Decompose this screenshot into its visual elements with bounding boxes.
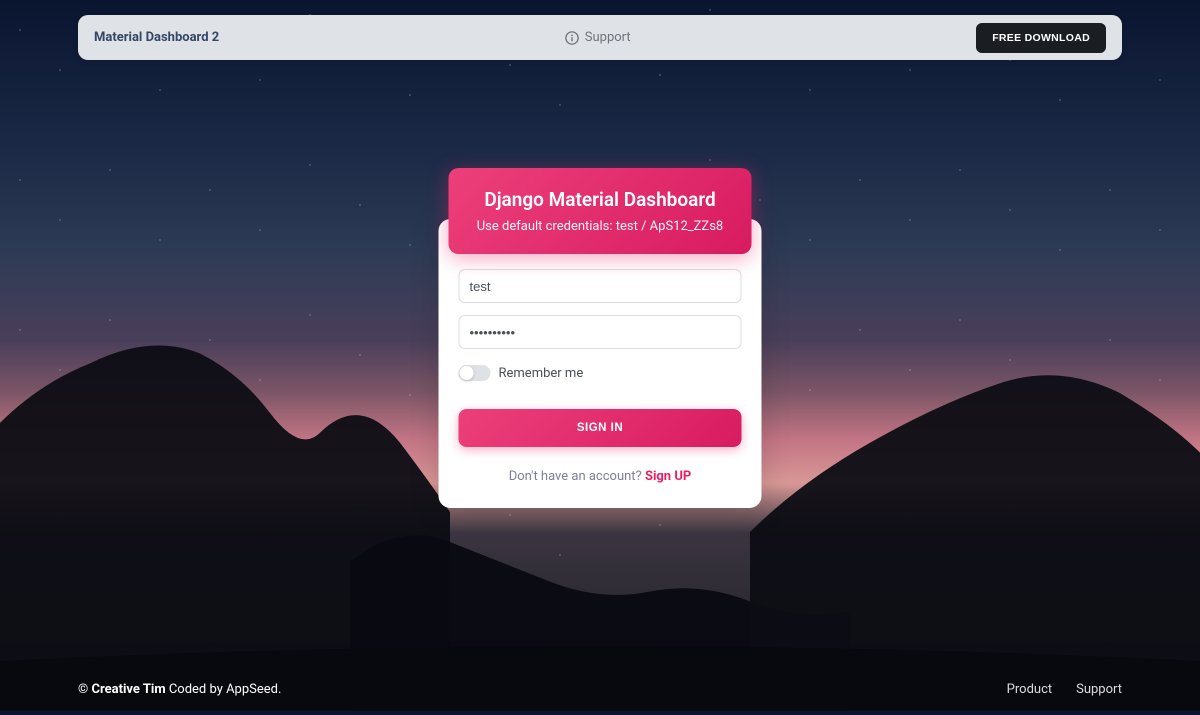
footer-product-link[interactable]: Product — [1007, 682, 1052, 697]
signup-prompt-text: Don't have an account? — [509, 469, 645, 484]
signup-prompt-row: Don't have an account? Sign UP — [459, 469, 742, 484]
footer-copyright: © Creative Tim Coded by AppSeed. — [78, 682, 281, 697]
footer-support-link[interactable]: Support — [1076, 682, 1122, 697]
remember-me-toggle[interactable] — [459, 365, 491, 381]
nav-support-link[interactable]: Support — [219, 30, 976, 45]
top-navbar: Material Dashboard 2 Support FREE DOWNLO… — [78, 15, 1122, 60]
footer: © Creative Tim Coded by AppSeed. Product… — [78, 682, 1122, 697]
username-input[interactable] — [459, 269, 742, 303]
remember-me-label: Remember me — [499, 366, 584, 381]
footer-brand[interactable]: Creative Tim — [91, 682, 165, 697]
login-subtitle: Use default credentials: test / ApS12_ZZ… — [469, 219, 732, 234]
login-title: Django Material Dashboard — [469, 188, 732, 211]
password-input[interactable] — [459, 315, 742, 349]
login-card: Django Material Dashboard Use default cr… — [439, 168, 762, 508]
login-card-header: Django Material Dashboard Use default cr… — [449, 168, 752, 254]
info-icon — [565, 31, 579, 45]
sign-in-button[interactable]: SIGN IN — [459, 409, 742, 447]
login-card-body: Remember me SIGN IN Don't have an accoun… — [439, 219, 762, 508]
sign-up-link[interactable]: Sign UP — [645, 469, 691, 484]
support-label: Support — [585, 30, 631, 45]
brand-label[interactable]: Material Dashboard 2 — [94, 30, 219, 45]
footer-coded-by: Coded by AppSeed. — [166, 682, 282, 697]
free-download-button[interactable]: FREE DOWNLOAD — [976, 23, 1106, 53]
